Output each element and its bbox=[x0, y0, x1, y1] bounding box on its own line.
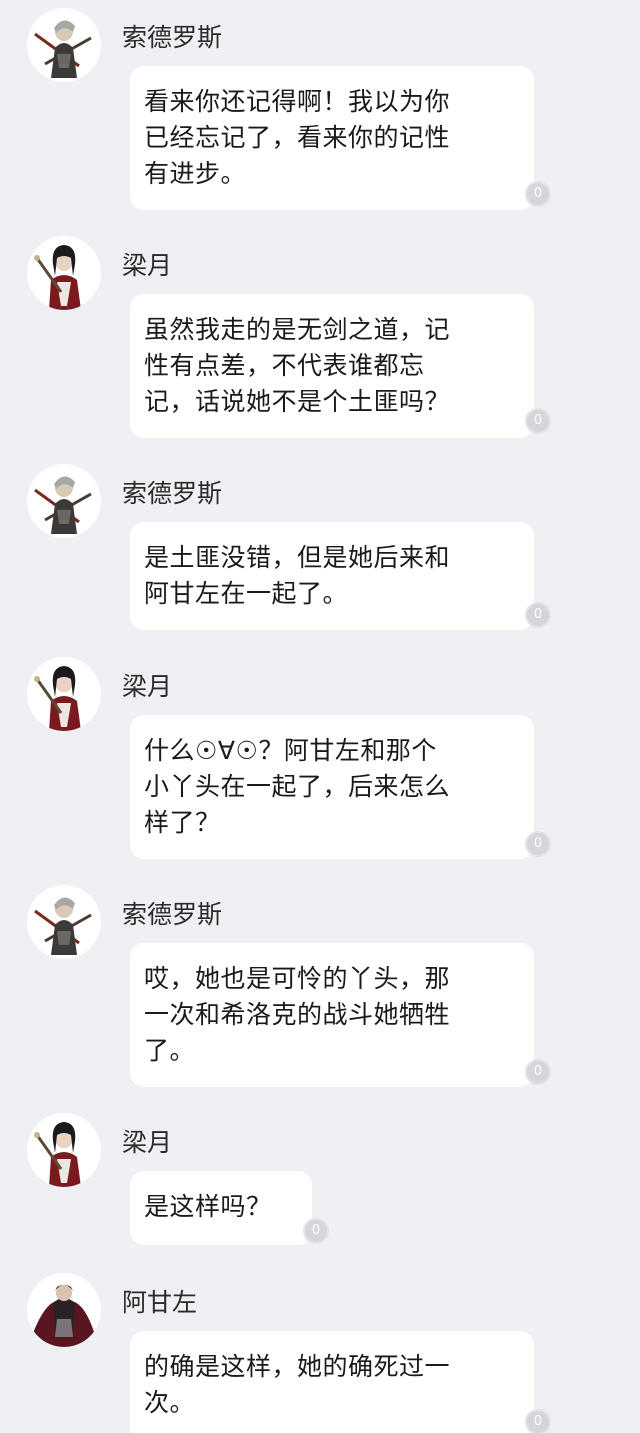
message-bubble[interactable]: 是土匪没错，但是她后来和 阿甘左在一起了。 bbox=[130, 522, 534, 630]
swordsman-dark-avatar-icon[interactable] bbox=[27, 1273, 101, 1347]
sender-name: 阿甘左 bbox=[122, 1288, 198, 1317]
message-bubble[interactable]: 是这样吗？ bbox=[130, 1171, 312, 1245]
sender-name: 索德罗斯 bbox=[122, 900, 223, 929]
chat-thread: 索德罗斯 看来你还记得啊！我以为你 已经忘记了，看来你的记性 有进步。 0 梁月… bbox=[0, 0, 640, 1433]
message-text: 哎，她也是可怜的丫头，那 bbox=[144, 964, 451, 993]
warrior-gray-avatar-icon[interactable] bbox=[27, 8, 101, 82]
reply-count-badge[interactable]: 0 bbox=[525, 181, 551, 207]
reply-count-badge[interactable]: 0 bbox=[525, 1409, 551, 1433]
sender-name: 索德罗斯 bbox=[122, 479, 223, 508]
swordswoman-red-avatar-icon[interactable] bbox=[27, 236, 101, 310]
message-text: 一次和希洛克的战斗她牺牲 bbox=[144, 1000, 451, 1029]
message-text: 性有点差，不代表谁都忘 bbox=[144, 351, 425, 380]
reply-count-badge[interactable]: 0 bbox=[525, 1059, 551, 1085]
swordswoman-red-avatar-icon[interactable] bbox=[27, 657, 101, 731]
message-text: 什么☉∀☉？阿甘左和那个 bbox=[144, 736, 437, 765]
sender-name: 索德罗斯 bbox=[122, 23, 223, 52]
warrior-gray-avatar-icon[interactable] bbox=[27, 885, 101, 959]
message-text: 是这样吗？ bbox=[144, 1192, 272, 1221]
message-text: 了。 bbox=[144, 1036, 196, 1065]
reply-count-badge[interactable]: 0 bbox=[303, 1218, 329, 1244]
reply-count-badge[interactable]: 0 bbox=[525, 831, 551, 857]
message-text: 样了？ bbox=[144, 808, 221, 837]
message-text: 已经忘记了，看来你的记性 bbox=[144, 123, 451, 152]
message-bubble[interactable]: 哎，她也是可怜的丫头，那 一次和希洛克的战斗她牺牲 了。 bbox=[130, 943, 534, 1087]
sender-name: 梁月 bbox=[122, 251, 173, 280]
message-bubble[interactable]: 看来你还记得啊！我以为你 已经忘记了，看来你的记性 有进步。 bbox=[130, 66, 534, 210]
message-text: 的确是这样，她的确死过一 bbox=[144, 1352, 451, 1381]
message-text: 小丫头在一起了，后来怎么 bbox=[144, 772, 451, 801]
message-text: 虽然我走的是无剑之道，记 bbox=[144, 315, 451, 344]
message-text: 是土匪没错，但是她后来和 bbox=[144, 543, 451, 572]
message-bubble[interactable]: 虽然我走的是无剑之道，记 性有点差，不代表谁都忘 记，话说她不是个土匪吗？ bbox=[130, 294, 534, 438]
message-bubble[interactable]: 什么☉∀☉？阿甘左和那个 小丫头在一起了，后来怎么 样了？ bbox=[130, 715, 534, 859]
sender-name: 梁月 bbox=[122, 1128, 173, 1157]
sender-name: 梁月 bbox=[122, 672, 173, 701]
message-text: 次。 bbox=[144, 1388, 196, 1417]
message-text: 记，话说她不是个土匪吗？ bbox=[144, 387, 451, 416]
message-text: 阿甘左在一起了。 bbox=[144, 579, 349, 608]
swordswoman-red-avatar-icon[interactable] bbox=[27, 1113, 101, 1187]
reply-count-badge[interactable]: 0 bbox=[525, 408, 551, 434]
message-text: 有进步。 bbox=[144, 159, 247, 188]
message-bubble[interactable]: 的确是这样，她的确死过一 次。 bbox=[130, 1331, 534, 1433]
message-text: 看来你还记得啊！我以为你 bbox=[144, 87, 451, 116]
reply-count-badge[interactable]: 0 bbox=[525, 602, 551, 628]
warrior-gray-avatar-icon[interactable] bbox=[27, 464, 101, 538]
